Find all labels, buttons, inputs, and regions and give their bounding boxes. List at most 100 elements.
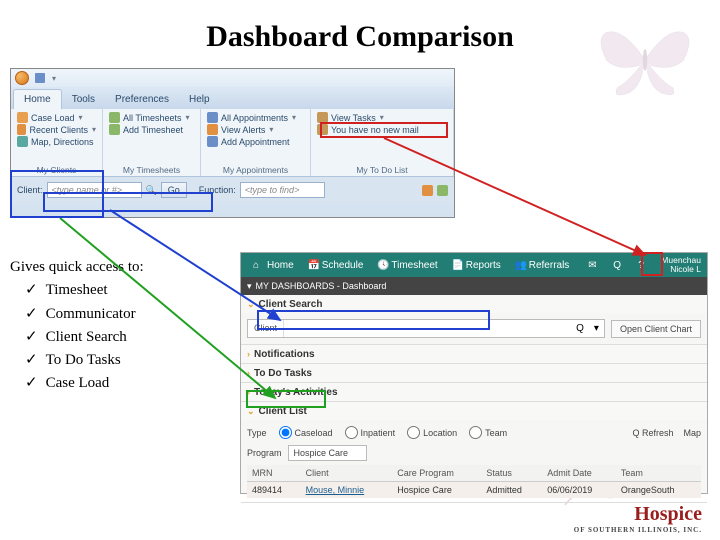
radio-team[interactable]: Team [469, 426, 507, 439]
nav-schedule[interactable]: 📅Schedule [302, 260, 370, 271]
alert-icon [207, 124, 218, 135]
map-button[interactable]: Map [683, 428, 701, 438]
old-search-bar: Client: <type name or #> 🔍 Go Function: … [11, 177, 454, 203]
function-label: Function: [199, 185, 236, 195]
nav-search[interactable]: Q [607, 260, 630, 271]
chevron-down-icon[interactable]: ▾ [589, 320, 604, 337]
program-label: Program [247, 448, 282, 458]
hospice-logo: Hospice OF SOUTHERN ILLINOIS, INC. [574, 503, 702, 534]
ribbon-all-timesheets[interactable]: All Timesheets▾ [109, 112, 194, 123]
tab-help[interactable]: Help [179, 90, 220, 109]
qat-icon [35, 73, 45, 83]
dashboard-header: ▾ MY DASHBOARDS - Dashboard [241, 277, 707, 295]
ribbon-add-appointment[interactable]: Add Appointment [207, 136, 304, 147]
chevron-right-icon: › [247, 368, 250, 378]
radio-location[interactable]: Location [407, 426, 457, 439]
go-button[interactable]: Go [161, 182, 187, 198]
client-list-filters: Type Caseload Inpatient Location Team Q … [247, 424, 701, 445]
tab-home[interactable]: Home [13, 89, 62, 109]
nav-mail[interactable]: ✉ [582, 260, 605, 271]
group-label-timesheets: My Timesheets [109, 164, 194, 175]
nav-help[interactable]: ? [632, 260, 655, 271]
tab-preferences[interactable]: Preferences [105, 90, 179, 109]
people-icon [17, 112, 28, 123]
nav-home[interactable]: ⌂Home [247, 260, 300, 271]
ribbon-mail-status[interactable]: You have no new mail [317, 124, 447, 135]
chevron-down-icon: ⌄ [247, 406, 255, 417]
search-icon[interactable]: Q [571, 320, 589, 337]
calendar-icon [207, 112, 218, 123]
access-item-communicator: Communicator [25, 303, 144, 326]
ribbon-recent-clients[interactable]: Recent Clients▾ [17, 124, 96, 135]
access-list-heading: Gives quick access to: [10, 256, 144, 279]
chevron-down-icon[interactable]: ▾ [247, 281, 252, 292]
chevron-right-icon: › [247, 387, 250, 397]
mail-icon: ✉ [588, 260, 599, 271]
page-title: Dashboard Comparison [0, 20, 720, 54]
search-icon: Q [613, 260, 624, 271]
ribbon-view-tasks[interactable]: View Tasks▾ [317, 112, 447, 123]
help-icon: ? [638, 260, 649, 271]
map-icon [17, 136, 28, 147]
toolbar-icon-1[interactable] [422, 185, 433, 196]
access-item-timesheet: Timesheet [25, 279, 144, 302]
refresh-button[interactable]: Q Refresh [632, 428, 673, 438]
client-list-table: MRN Client Care Program Status Admit Dat… [247, 465, 701, 498]
qat-dropdown-icon[interactable]: ▾ [52, 74, 56, 83]
radio-caseload[interactable]: Caseload [279, 426, 333, 439]
chevron-right-icon: › [247, 349, 250, 359]
ribbon-view-alerts[interactable]: View Alerts▾ [207, 124, 304, 135]
search-icon[interactable]: 🔍 [146, 185, 157, 196]
panel-client-search[interactable]: ⌄Client Search [241, 295, 707, 313]
nav-referrals[interactable]: 👥Referrals [509, 260, 576, 271]
old-titlebar: ▾ [11, 69, 454, 87]
panel-client-list[interactable]: ⌄Client List [241, 402, 707, 420]
timesheet-icon: 🕓 [377, 260, 388, 271]
home-icon: ⌂ [253, 260, 264, 271]
schedule-icon: 📅 [308, 260, 319, 271]
office-button-icon[interactable] [15, 71, 29, 85]
old-dashboard-screenshot: ▾ Home Tools Preferences Help Case Load▾… [10, 68, 455, 218]
clock-icon [109, 112, 120, 123]
panel-todo[interactable]: ›To Do Tasks [241, 364, 707, 382]
access-item-client-search: Client Search [25, 326, 144, 349]
access-list: Gives quick access to: Timesheet Communi… [10, 256, 144, 396]
group-label-clients: My Clients [17, 164, 96, 175]
new-dashboard-screenshot: ⌂Home 📅Schedule 🕓Timesheet 📄Reports 👥Ref… [240, 252, 708, 494]
chevron-down-icon: ⌄ [247, 299, 255, 310]
ribbon-map[interactable]: Map, Directions [17, 136, 96, 147]
client-search-field[interactable]: Client Q ▾ [247, 319, 605, 338]
recent-icon [17, 124, 26, 135]
tasks-icon [317, 112, 328, 123]
panel-activities[interactable]: ›Today's Activities [241, 383, 707, 401]
teal-nav-bar: ⌂Home 📅Schedule 🕓Timesheet 📄Reports 👥Ref… [241, 253, 707, 277]
toolbar-icon-2[interactable] [437, 185, 448, 196]
ribbon-add-timesheet[interactable]: Add Timesheet [109, 124, 194, 135]
type-label: Type [247, 428, 267, 438]
group-label-todo: My To Do List [317, 164, 447, 175]
client-search-label: Client: [17, 185, 43, 195]
dashboard-title: MY DASHBOARDS - Dashboard [256, 281, 387, 291]
old-tabs: Home Tools Preferences Help [11, 87, 454, 109]
table-row[interactable]: 489414 Mouse, Minnie Hospice Care Admitt… [247, 482, 701, 499]
open-client-chart-button[interactable]: Open Client Chart [611, 320, 701, 338]
access-item-todo: To Do Tasks [25, 349, 144, 372]
referrals-icon: 👥 [515, 260, 526, 271]
panel-notifications[interactable]: ›Notifications [241, 345, 707, 363]
ribbon-body: Case Load▾ Recent Clients▾ Map, Directio… [11, 109, 454, 177]
nav-reports[interactable]: 📄Reports [446, 260, 507, 271]
clock-add-icon [109, 124, 120, 135]
nav-timesheet[interactable]: 🕓Timesheet [371, 260, 443, 271]
ribbon-case-load[interactable]: Case Load▾ [17, 112, 96, 123]
nav-user[interactable]: Muenchau Nicole L [661, 256, 701, 275]
access-item-caseload: Case Load [25, 372, 144, 395]
radio-inpatient[interactable]: Inpatient [345, 426, 396, 439]
group-label-appointments: My Appointments [207, 164, 304, 175]
client-search-input[interactable]: <type name or #> [47, 182, 142, 198]
tab-tools[interactable]: Tools [62, 90, 105, 109]
mail-icon [317, 124, 328, 135]
function-input[interactable]: <type to find> [240, 182, 325, 198]
ribbon-all-appointments[interactable]: All Appointments▾ [207, 112, 304, 123]
reports-icon: 📄 [452, 260, 463, 271]
program-select[interactable]: Hospice Care [288, 445, 368, 461]
